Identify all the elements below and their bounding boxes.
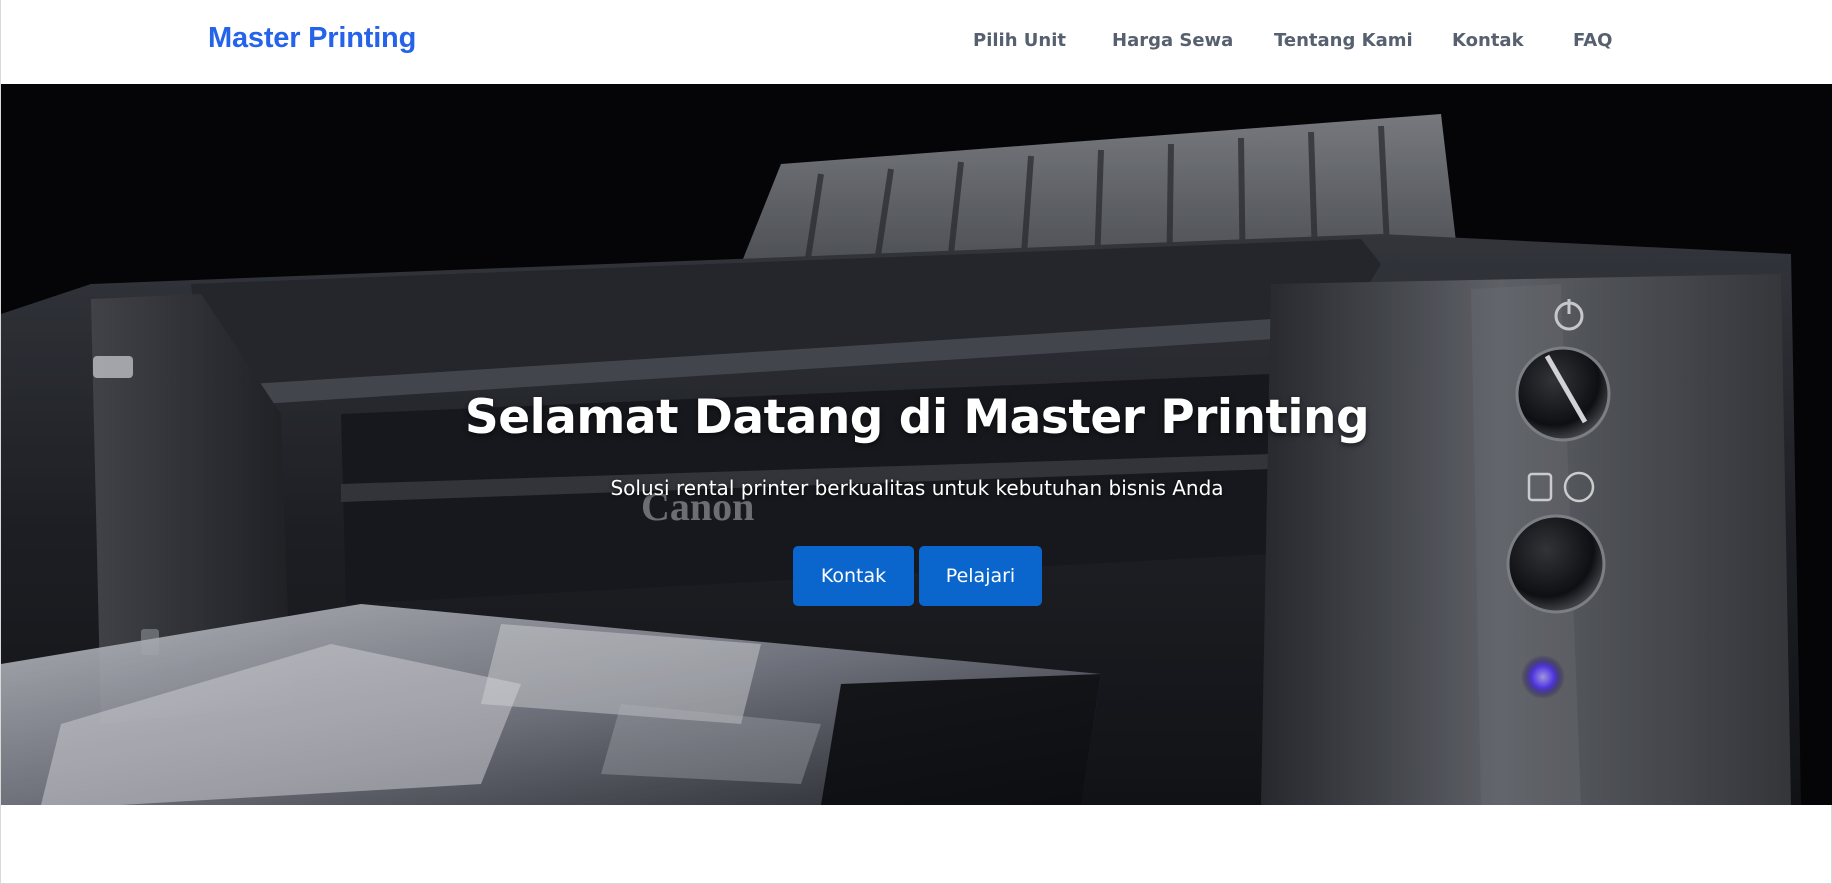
hero-content: Selamat Datang di Master Printing Solusi… — [1, 84, 1832, 805]
nav-links: Pilih Unit Harga Sewa Tentang Kami Konta… — [1, 30, 1832, 56]
page: Master Printing Pilih Unit Harga Sewa Te… — [0, 0, 1832, 884]
nav-link-pilih-unit[interactable]: Pilih Unit — [973, 30, 1066, 51]
kontak-button[interactable]: Kontak — [793, 546, 914, 606]
nav-link-kontak[interactable]: Kontak — [1452, 30, 1524, 51]
pelajari-button[interactable]: Pelajari — [919, 546, 1042, 606]
nav-link-tentang-kami[interactable]: Tentang Kami — [1274, 30, 1413, 51]
hero-buttons: Kontak Pelajari — [793, 546, 1043, 606]
hero-subtitle: Solusi rental printer berkualitas untuk … — [610, 476, 1224, 500]
nav-link-harga-sewa[interactable]: Harga Sewa — [1112, 30, 1233, 51]
hero-section: Canon Selamat Datang di Master Printing … — [1, 84, 1832, 805]
navbar: Master Printing Pilih Unit Harga Sewa Te… — [1, 0, 1832, 84]
nav-link-faq[interactable]: FAQ — [1573, 30, 1612, 51]
hero-title: Selamat Datang di Master Printing — [464, 390, 1370, 445]
